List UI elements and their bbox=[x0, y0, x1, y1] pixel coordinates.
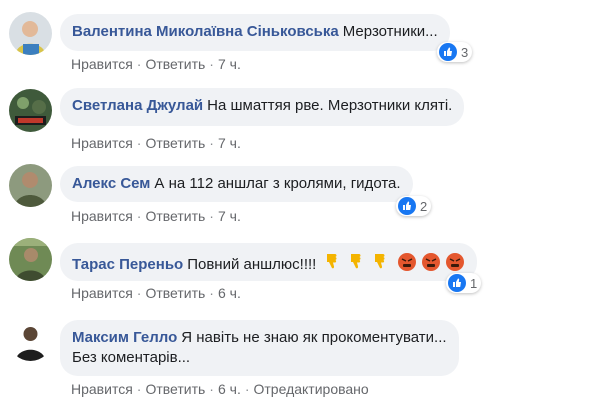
separator: · bbox=[209, 135, 214, 151]
comment-text: Мерзотники... bbox=[342, 23, 438, 40]
like-icon bbox=[439, 43, 457, 61]
reactions-badge[interactable]: 3 bbox=[437, 42, 473, 62]
reply-link[interactable]: Ответить bbox=[145, 208, 205, 224]
separator: · bbox=[136, 285, 142, 301]
separator: · bbox=[136, 135, 142, 151]
thumbs-down-emoji bbox=[374, 254, 385, 269]
author-name[interactable]: Валентина Миколаївна Сіньковська bbox=[72, 23, 339, 40]
reactions-badge[interactable]: 1 bbox=[446, 273, 482, 293]
separator: · bbox=[136, 381, 142, 397]
comment-actions: Нравится · Ответить · 7 ч. bbox=[71, 208, 241, 224]
reaction-count: 1 bbox=[470, 275, 478, 291]
timestamp[interactable]: 7 ч. bbox=[218, 135, 241, 151]
avatar[interactable] bbox=[9, 89, 52, 132]
author-name[interactable]: Алекс Сем bbox=[72, 175, 150, 192]
like-link[interactable]: Нравится bbox=[71, 208, 133, 224]
reaction-count: 2 bbox=[420, 198, 428, 214]
comment-text: А на 112 аншлаг з кролями, гидота. bbox=[154, 175, 401, 192]
author-name[interactable]: Тарас Переньо bbox=[72, 256, 183, 273]
separator: · bbox=[244, 381, 250, 397]
comment-actions: Нравится · Ответить · 6 ч. · Отредактировано bbox=[71, 381, 369, 397]
timestamp[interactable]: 7 ч. bbox=[218, 208, 241, 224]
reactions-badge[interactable]: 2 bbox=[396, 196, 432, 216]
like-icon bbox=[448, 274, 466, 292]
comment-actions: Нравится · Ответить · 7 ч. bbox=[71, 56, 241, 72]
comment-text: Я навіть не знаю як прокоментувати... bbox=[181, 329, 447, 346]
separator: · bbox=[136, 208, 142, 224]
separator: · bbox=[209, 56, 214, 72]
thumbs-down-emoji bbox=[326, 254, 337, 269]
reaction-count: 3 bbox=[461, 44, 469, 60]
comment-bubble: Валентина Миколаївна Сіньковська Мерзотни… bbox=[60, 14, 450, 51]
comment-actions: Нравится · Ответить · 7 ч. bbox=[71, 135, 241, 151]
comment-text-line-2: Без коментарів... bbox=[72, 349, 191, 366]
comment-bubble: Тарас Переньо Повний аншлюс!!!! bbox=[60, 243, 477, 281]
reply-link[interactable]: Ответить bbox=[145, 381, 205, 397]
edited-label: Отредактировано bbox=[253, 381, 369, 397]
author-name[interactable]: Максим Гелло bbox=[72, 329, 177, 346]
like-link[interactable]: Нравится bbox=[71, 56, 133, 72]
timestamp[interactable]: 7 ч. bbox=[218, 56, 241, 72]
like-link[interactable]: Нравится bbox=[71, 135, 133, 151]
comment-bubble: Алекс Сем А на 112 аншлаг з кролями, гидо… bbox=[60, 166, 413, 202]
avatar[interactable] bbox=[9, 318, 52, 361]
angry-face-emoji bbox=[445, 253, 464, 271]
separator: · bbox=[209, 381, 214, 397]
comment-bubble: Светлана Джулай На шматтяя рве. Мерзотник… bbox=[60, 88, 465, 126]
separator: · bbox=[209, 208, 214, 224]
like-icon bbox=[398, 197, 416, 215]
reply-link[interactable]: Ответить bbox=[145, 285, 205, 301]
avatar[interactable] bbox=[9, 164, 52, 207]
comment-line-1: Максим Гелло Я навіть не знаю як прокомен… bbox=[72, 328, 447, 348]
angry-face-emoji bbox=[397, 253, 416, 271]
reply-link[interactable]: Ответить bbox=[145, 135, 205, 151]
thumbs-down-emoji bbox=[350, 254, 361, 269]
timestamp[interactable]: 6 ч. bbox=[218, 381, 241, 397]
comment-actions: Нравится · Ответить · 6 ч. bbox=[71, 285, 241, 301]
avatar[interactable] bbox=[9, 238, 52, 281]
reply-link[interactable]: Ответить bbox=[145, 56, 205, 72]
comment-text: Повний аншлюс!!!! bbox=[187, 256, 317, 273]
comment-text: На шматтяя рве. Мерзотники кляті. bbox=[207, 97, 453, 114]
timestamp[interactable]: 6 ч. bbox=[218, 285, 241, 301]
like-link[interactable]: Нравится bbox=[71, 381, 133, 397]
separator: · bbox=[209, 285, 214, 301]
comment-bubble: Максим Гелло Я навіть не знаю як прокомен… bbox=[60, 320, 459, 376]
separator: · bbox=[136, 56, 142, 72]
author-name[interactable]: Светлана Джулай bbox=[72, 97, 203, 114]
avatar[interactable] bbox=[9, 12, 52, 55]
like-link[interactable]: Нравится bbox=[71, 285, 133, 301]
angry-face-emoji bbox=[421, 253, 440, 271]
